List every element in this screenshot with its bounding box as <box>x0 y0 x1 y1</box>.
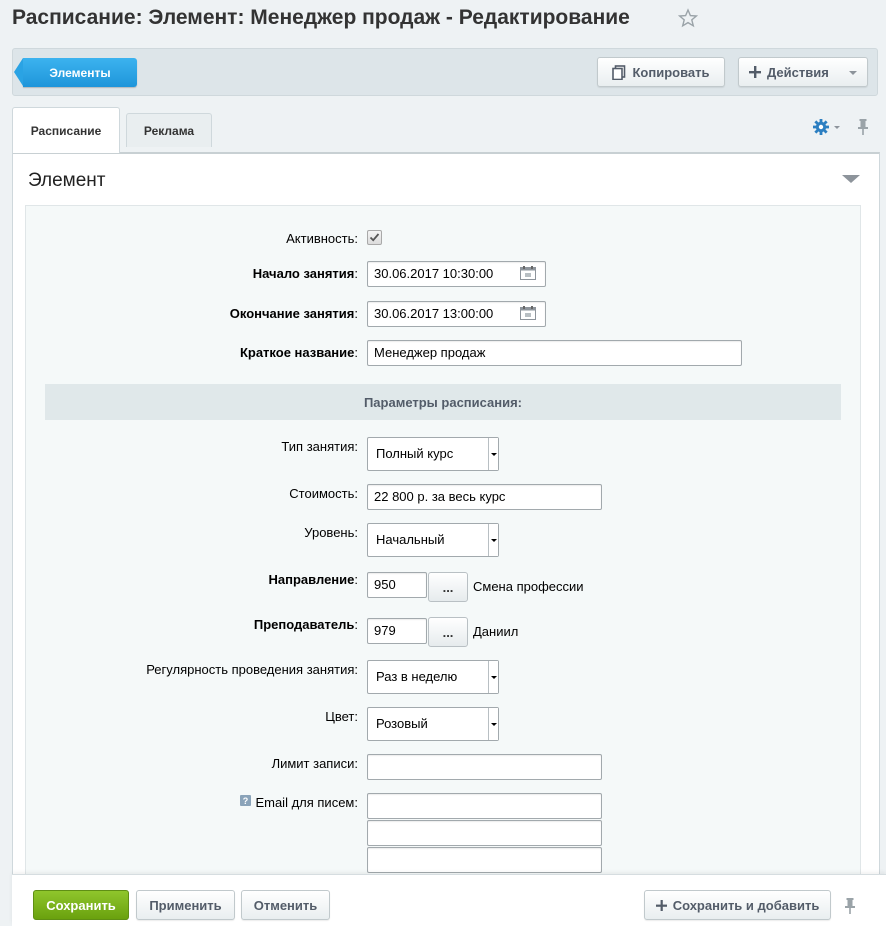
regularity-select[interactable]: Раз в неделю <box>367 660 499 694</box>
direction-label: Направление: <box>268 572 358 587</box>
lesson-type-label: Тип занятия: <box>281 439 358 454</box>
checkmark-icon <box>369 233 380 242</box>
pin-icon[interactable] <box>843 897 857 915</box>
teacher-label: Преподаватель: <box>253 617 358 632</box>
tab-schedule[interactable]: Расписание <box>12 107 120 153</box>
teacher-display: Даниил <box>473 624 519 639</box>
chevron-down-icon <box>488 524 498 556</box>
level-value: Начальный <box>376 532 445 547</box>
chevron-down-icon <box>488 438 498 470</box>
star-icon[interactable] <box>678 8 698 28</box>
save-button[interactable]: Сохранить <box>33 890 129 920</box>
save-and-add-button[interactable]: Сохранить и добавить <box>644 890 831 920</box>
back-button-label: Элементы <box>49 65 111 80</box>
help-icon[interactable]: ? <box>240 795 251 806</box>
start-label: Начало занятия: <box>252 266 358 281</box>
email-input-3[interactable] <box>367 847 602 873</box>
tab-label: Реклама <box>143 123 195 138</box>
regularity-value: Раз в неделю <box>376 669 458 684</box>
active-checkbox[interactable] <box>367 230 382 245</box>
color-value: Розовый <box>376 716 428 731</box>
chevron-down-icon <box>488 661 498 693</box>
active-label: Активность: <box>286 231 358 246</box>
section-title: Элемент <box>28 170 106 191</box>
save-and-add-label: Сохранить и добавить <box>672 897 820 913</box>
limit-input[interactable] <box>367 754 602 780</box>
actions-button[interactable]: Действия <box>738 57 868 87</box>
cost-input[interactable]: 22 800 р. за весь курс <box>367 484 602 510</box>
limit-label: Лимит записи: <box>271 756 358 771</box>
cancel-button[interactable]: Отменить <box>241 890 330 920</box>
email-input-2[interactable] <box>367 820 602 846</box>
plus-icon <box>655 899 667 911</box>
level-select[interactable]: Начальный <box>367 523 499 557</box>
direction-select-button[interactable]: ... <box>428 572 468 602</box>
page-title: Расписание: Элемент: Менеджер продаж - Р… <box>12 6 630 29</box>
copy-icon <box>612 64 626 80</box>
email-label: Email для писем: <box>255 795 358 810</box>
back-to-elements-button[interactable]: Элементы <box>14 58 137 87</box>
plus-icon <box>749 66 761 78</box>
lesson-type-select[interactable]: Полный курс <box>367 437 499 471</box>
pin-icon[interactable] <box>856 118 870 136</box>
direction-display: Смена профессии <box>473 579 584 594</box>
actions-button-label: Действия <box>767 64 829 80</box>
calendar-icon[interactable] <box>520 266 536 280</box>
teacher-select-button[interactable]: ... <box>428 617 468 647</box>
regularity-label: Регулярность проведения занятия: <box>146 662 358 677</box>
copy-button-label: Копировать <box>632 64 710 80</box>
toolbar: Элементы Копировать Действия <box>12 48 878 96</box>
tab-ads[interactable]: Реклама <box>126 113 212 147</box>
chevron-down-icon <box>488 708 498 740</box>
gear-icon[interactable] <box>812 118 830 136</box>
copy-button[interactable]: Копировать <box>597 57 725 87</box>
schedule-params-header: Параметры расписания: <box>45 384 841 420</box>
short-name-label: Краткое название: <box>239 345 358 360</box>
level-label: Уровень: <box>304 525 358 540</box>
short-name-input[interactable]: Менеджер продаж <box>367 340 742 366</box>
apply-button[interactable]: Применить <box>136 890 235 920</box>
end-label: Окончание занятия: <box>229 306 358 321</box>
collapse-chevron-icon[interactable] <box>842 175 860 183</box>
cost-label: Стоимость: <box>289 486 358 501</box>
direction-id-input[interactable]: 950 <box>367 572 427 598</box>
teacher-id-input[interactable]: 979 <box>367 618 427 644</box>
chevron-down-icon <box>849 71 857 75</box>
color-label: Цвет: <box>325 709 358 724</box>
lesson-type-value: Полный курс <box>376 446 454 461</box>
chevron-down-icon[interactable] <box>834 126 840 129</box>
email-input-1[interactable] <box>367 793 602 819</box>
calendar-icon[interactable] <box>520 306 536 320</box>
tab-label: Расписание <box>30 123 102 138</box>
color-select[interactable]: Розовый <box>367 707 499 741</box>
